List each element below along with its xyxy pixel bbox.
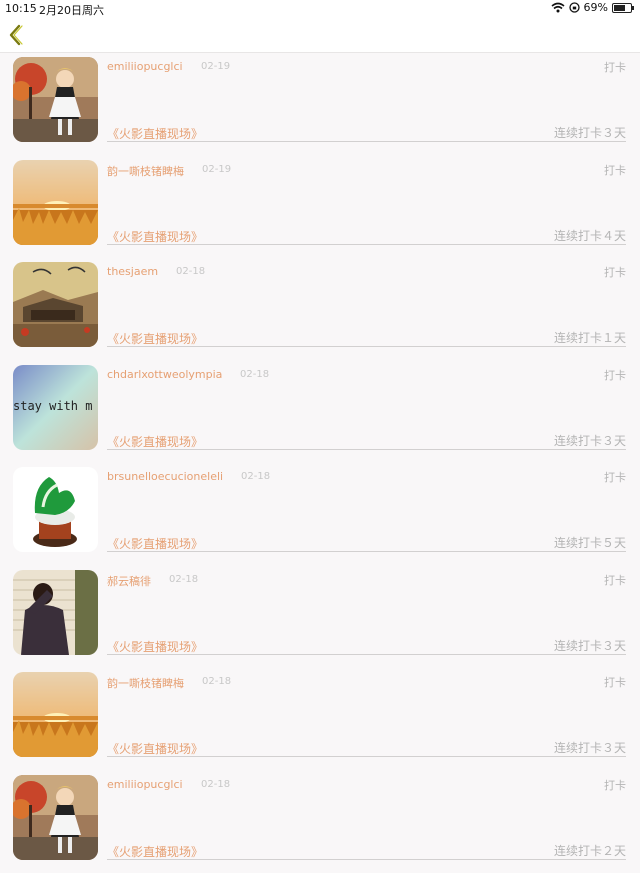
divider [107, 346, 626, 347]
back-button[interactable] [6, 23, 28, 47]
topic-link[interactable]: 《火影直播现场》 [107, 535, 203, 552]
checkin-link[interactable]: 打卡 [604, 572, 626, 588]
topic-link[interactable]: 《火影直播现场》 [107, 125, 203, 142]
battery-icon [612, 3, 632, 13]
checkin-row[interactable]: 韵一嘶枝锗睥梅 02-18 打卡 《火影直播现场》 连续打卡３天 [0, 668, 640, 771]
checkin-link[interactable]: 打卡 [604, 674, 626, 690]
user-name[interactable]: brsunelloecucioneleli [107, 470, 223, 483]
divider [107, 141, 626, 142]
checkin-row[interactable]: emiliiopucglci 02-19 打卡 《火影直播现场》 连续打卡３天 [0, 53, 640, 156]
checkin-link[interactable]: 打卡 [604, 59, 626, 75]
checkin-link[interactable]: 打卡 [604, 777, 626, 793]
streak-count: 连续打卡２天 [554, 842, 626, 859]
checkin-row[interactable]: 韵一嘶枝锗睥梅 02-19 打卡 《火影直播现场》 连续打卡４天 [0, 156, 640, 259]
divider [107, 551, 626, 552]
avatar[interactable] [13, 570, 98, 655]
checkin-link[interactable]: 打卡 [604, 162, 626, 178]
post-date: 02-19 [202, 164, 231, 175]
checkin-link[interactable]: 打卡 [604, 264, 626, 280]
streak-count: 连续打卡４天 [554, 227, 626, 244]
avatar-image [13, 160, 98, 245]
avatar[interactable] [13, 160, 98, 245]
avatar[interactable] [13, 467, 98, 552]
topic-link[interactable]: 《火影直播现场》 [107, 330, 203, 347]
post-date: 02-18 [240, 369, 269, 380]
streak-count: 连续打卡１天 [554, 329, 626, 346]
topic-link[interactable]: 《火影直播现场》 [107, 228, 203, 245]
status-date: 2月20日周六 [39, 2, 104, 18]
post-date: 02-18 [201, 779, 230, 790]
streak-count: 连续打卡３天 [554, 739, 626, 756]
divider [107, 244, 626, 245]
post-date: 02-18 [169, 574, 198, 585]
avatar-image [13, 672, 98, 757]
checkin-row[interactable]: stay with m chdarlxottweolympia 02-18 打卡… [0, 361, 640, 464]
divider [107, 449, 626, 450]
streak-count: 连续打卡３天 [554, 637, 626, 654]
checkin-row[interactable]: thesjaem 02-18 打卡 《火影直播现场》 连续打卡１天 [0, 258, 640, 361]
checkin-list: emiliiopucglci 02-19 打卡 《火影直播现场》 连续打卡３天 … [0, 53, 640, 873]
avatar-image [13, 775, 98, 860]
avatar-image [13, 570, 98, 655]
chevron-left-icon [6, 23, 28, 47]
checkin-row[interactable]: brsunelloecucioneleli 02-18 打卡 《火影直播现场》 … [0, 463, 640, 566]
post-date: 02-18 [241, 471, 270, 482]
post-date: 02-19 [201, 61, 230, 72]
streak-count: 连续打卡３天 [554, 432, 626, 449]
status-right: 69% [551, 1, 632, 14]
avatar-image [13, 57, 98, 142]
user-name[interactable]: 韵一嘶枝锗睥梅 [107, 675, 184, 691]
topic-link[interactable]: 《火影直播现场》 [107, 843, 203, 860]
topic-link[interactable]: 《火影直播现场》 [107, 433, 203, 450]
checkin-link[interactable]: 打卡 [604, 367, 626, 383]
avatar[interactable] [13, 672, 98, 757]
avatar-text: stay with m [13, 399, 92, 413]
avatar[interactable] [13, 262, 98, 347]
avatar[interactable]: stay with m [13, 365, 98, 450]
divider [107, 756, 626, 757]
user-name[interactable]: emiliiopucglci [107, 778, 183, 791]
avatar-image [13, 262, 98, 347]
battery-percent: 69% [584, 1, 608, 14]
avatar-image: stay with m [13, 365, 98, 450]
checkin-row[interactable]: emiliiopucglci 02-18 打卡 《火影直播现场》 连续打卡２天 [0, 771, 640, 873]
user-name[interactable]: emiliiopucglci [107, 60, 183, 73]
user-name[interactable]: 韵一嘶枝锗睥梅 [107, 163, 184, 179]
divider [107, 859, 626, 860]
post-date: 02-18 [176, 266, 205, 277]
user-name[interactable]: 郝云稿徘 [107, 573, 151, 589]
streak-count: 连续打卡５天 [554, 534, 626, 551]
post-date: 02-18 [202, 676, 231, 687]
streak-count: 连续打卡３天 [554, 124, 626, 141]
status-bar: 10:15 2月20日周六 69% [0, 0, 640, 17]
avatar[interactable] [13, 775, 98, 860]
avatar[interactable] [13, 57, 98, 142]
topic-link[interactable]: 《火影直播现场》 [107, 638, 203, 655]
user-name[interactable]: chdarlxottweolympia [107, 368, 222, 381]
nav-bar [0, 17, 640, 53]
battery-fill [614, 5, 625, 11]
topic-link[interactable]: 《火影直播现场》 [107, 740, 203, 757]
orientation-lock-icon [569, 2, 580, 13]
checkin-row[interactable]: 郝云稿徘 02-18 打卡 《火影直播现场》 连续打卡３天 [0, 566, 640, 669]
status-time: 10:15 [5, 2, 37, 15]
wifi-icon [551, 2, 565, 13]
user-name[interactable]: thesjaem [107, 265, 158, 278]
checkin-link[interactable]: 打卡 [604, 469, 626, 485]
divider [107, 654, 626, 655]
avatar-image [13, 467, 98, 552]
